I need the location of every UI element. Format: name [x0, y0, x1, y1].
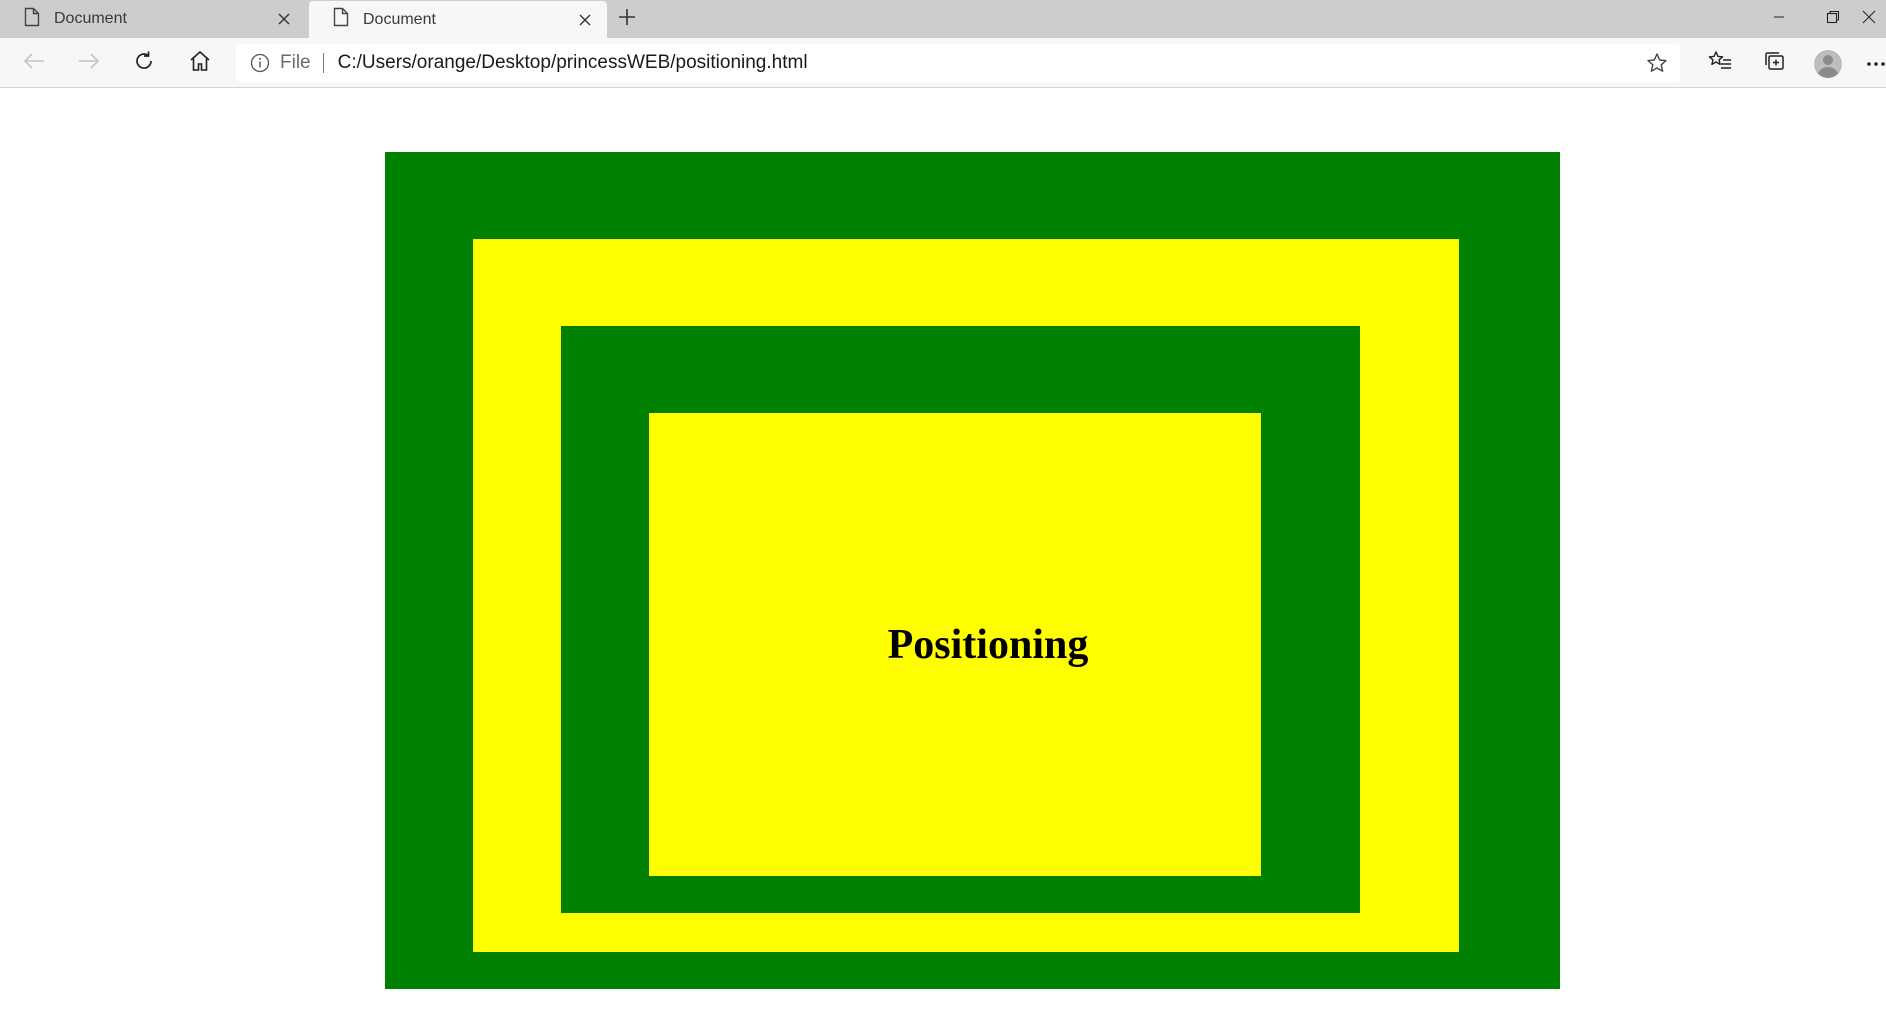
tab-document-1[interactable]: Document [0, 0, 306, 38]
collections-button[interactable] [1759, 47, 1791, 79]
tab-title: Document [363, 10, 436, 28]
home-button[interactable] [184, 47, 216, 79]
inner-green-box: Positioning [561, 326, 1360, 913]
tab-title: Document [54, 10, 127, 27]
restore-button[interactable] [1810, 0, 1856, 38]
refresh-button[interactable] [128, 47, 160, 79]
new-tab-button[interactable] [612, 4, 642, 34]
minimize-icon [1773, 10, 1785, 28]
inner-yellow-box: Positioning [649, 413, 1261, 876]
forward-button[interactable] [73, 47, 105, 79]
address-bar[interactable]: File C:/Users/orange/Desktop/princessWEB… [236, 44, 1680, 82]
restore-icon [1826, 10, 1840, 29]
divider [322, 53, 324, 73]
refresh-icon [132, 49, 156, 78]
browser-toolbar: File C:/Users/orange/Desktop/princessWEB… [0, 38, 1886, 88]
back-button[interactable] [18, 47, 50, 79]
info-icon[interactable] [250, 53, 270, 73]
close-icon[interactable] [274, 9, 294, 29]
page-heading: Positioning [887, 621, 1089, 668]
arrow-left-icon [23, 52, 45, 75]
outer-green-box: Positioning [385, 152, 1560, 989]
page-viewport: Positioning [0, 89, 1886, 1026]
close-icon[interactable] [575, 10, 595, 30]
yellow-box: Positioning [473, 239, 1459, 952]
star-icon[interactable] [1646, 52, 1668, 74]
page-icon [24, 7, 40, 32]
url-text[interactable]: C:/Users/orange/Desktop/princessWEB/posi… [338, 52, 808, 74]
profile-avatar-icon[interactable] [1814, 50, 1842, 78]
close-window-button[interactable] [1862, 0, 1886, 38]
minimize-button[interactable] [1756, 0, 1802, 38]
plus-icon [618, 8, 636, 31]
collections-icon [1763, 49, 1787, 78]
page-icon [333, 7, 349, 32]
more-button[interactable] [1866, 47, 1886, 79]
scheme-label: File [280, 52, 311, 73]
close-icon [1862, 10, 1876, 29]
tab-strip: Document Document [0, 0, 1886, 38]
tab-document-2[interactable]: Document [309, 1, 607, 38]
home-icon [189, 50, 211, 77]
more-icon [1866, 54, 1886, 72]
arrow-right-icon [78, 52, 100, 75]
favorites-list-icon [1708, 50, 1732, 77]
favorites-button[interactable] [1704, 47, 1736, 79]
